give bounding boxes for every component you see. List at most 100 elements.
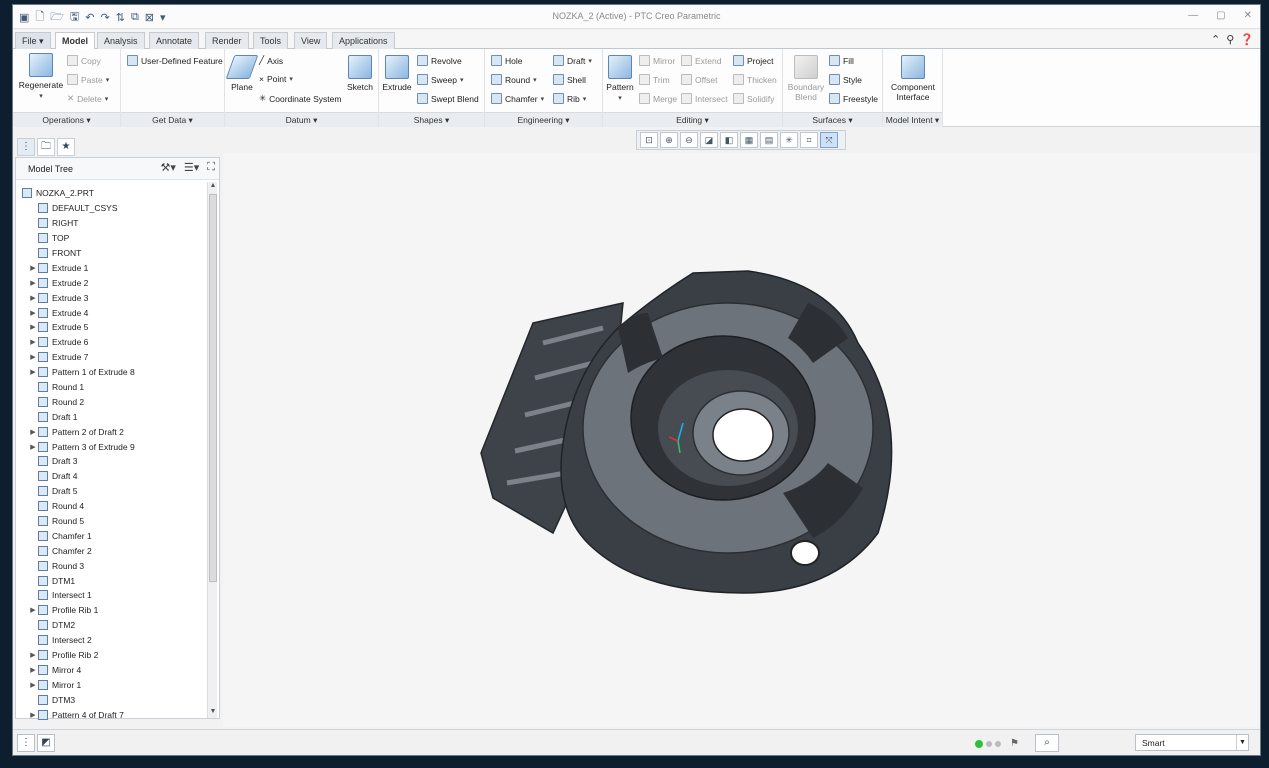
plane-button[interactable]: Plane [225, 55, 259, 92]
tree-item[interactable]: ▶ Extrude 3 [16, 290, 206, 305]
pattern-button[interactable]: Pattern ▾ [605, 55, 635, 104]
group-label-model-intent[interactable]: Model Intent ▾ [883, 112, 942, 127]
expand-arrow-icon[interactable]: ▶ [28, 368, 38, 376]
tree-item[interactable]: Chamfer 2 [16, 543, 206, 558]
regenerate-button[interactable]: Regenerate ▾ [17, 53, 65, 102]
group-label-datum[interactable]: Datum ▾ [225, 112, 378, 127]
collapse-ribbon-icon[interactable]: ⌃ [1211, 33, 1220, 46]
folder-browser-tab-icon[interactable]: 🗀 [37, 138, 55, 156]
expand-arrow-icon[interactable]: ▶ [28, 338, 38, 346]
tree-item[interactable]: RIGHT [16, 216, 206, 231]
minimize-icon[interactable]: — [1188, 10, 1198, 21]
tab-view[interactable]: View [294, 32, 328, 49]
csys-button[interactable]: ✳ Coordinate System [259, 93, 341, 104]
hole-button[interactable]: Hole [491, 55, 522, 66]
copy-button[interactable]: Copy [67, 55, 101, 66]
tab-analysis[interactable]: Analysis [97, 32, 145, 49]
expand-arrow-icon[interactable]: ▶ [28, 294, 38, 302]
tree-item[interactable]: DTM1 [16, 573, 206, 588]
group-label-shapes[interactable]: Shapes ▾ [379, 112, 484, 127]
tree-item[interactable]: Chamfer 1 [16, 528, 206, 543]
paste-button[interactable]: Paste ▾ [67, 74, 109, 85]
scroll-thumb[interactable] [209, 194, 217, 582]
fill-button[interactable]: Fill [829, 55, 854, 66]
group-label-surfaces[interactable]: Surfaces ▾ [783, 112, 882, 127]
tree-item[interactable]: ▶ Extrude 1 [16, 260, 206, 275]
solidify-button[interactable]: Solidify [733, 93, 774, 104]
scroll-up-icon[interactable]: ▲ [208, 182, 218, 192]
tree-item[interactable]: Round 2 [16, 394, 206, 409]
tree-item[interactable]: ▶ Extrude 5 [16, 320, 206, 335]
shell-button[interactable]: Shell [553, 74, 586, 85]
group-label-engineering[interactable]: Engineering ▾ [485, 112, 602, 127]
boundary-blend-button[interactable]: Boundary Blend [787, 55, 825, 102]
selection-filter[interactable]: Smart ▼ [1135, 734, 1249, 751]
tree-item[interactable]: ▶ Mirror 4 [16, 663, 206, 678]
search-icon[interactable]: ⚲ [1226, 33, 1234, 46]
delete-button[interactable]: ✕ Delete ▾ [67, 93, 108, 104]
chamfer-button[interactable]: Chamfer ▾ [491, 93, 544, 104]
tree-item[interactable]: ▶ Pattern 3 of Extrude 9 [16, 439, 206, 454]
model-tree-scrollbar[interactable]: ▲ ▼ [207, 182, 217, 718]
refit-icon[interactable]: ⊡ [640, 132, 658, 148]
saved-orientations-icon[interactable]: ▦ [740, 132, 758, 148]
round-button[interactable]: Round ▾ [491, 74, 537, 85]
close-icon[interactable]: ✕ [1244, 10, 1252, 21]
spin-center-icon[interactable]: ⤧ [820, 132, 838, 148]
tree-columns-icon[interactable]: ☰▾ [184, 161, 199, 174]
group-label-editing[interactable]: Editing ▾ [603, 112, 782, 127]
expand-arrow-icon[interactable]: ▶ [28, 279, 38, 287]
tree-item[interactable]: ▶ Extrude 7 [16, 350, 206, 365]
expand-arrow-icon[interactable]: ▶ [28, 711, 38, 719]
tree-item[interactable]: Round 5 [16, 514, 206, 529]
group-label-operations[interactable]: Operations ▾ [13, 112, 120, 127]
tree-item[interactable]: ▶ Mirror 1 [16, 677, 206, 692]
group-label-get-data[interactable]: Get Data ▾ [121, 112, 224, 127]
freestyle-button[interactable]: Freestyle [829, 93, 878, 104]
expand-arrow-icon[interactable]: ▶ [28, 309, 38, 317]
expand-arrow-icon[interactable]: ▶ [28, 651, 38, 659]
project-button[interactable]: Project [733, 55, 773, 66]
tree-item[interactable]: Round 1 [16, 380, 206, 395]
part-model-3d[interactable] [223, 153, 1260, 727]
tab-file[interactable]: File ▾ [15, 32, 51, 49]
display-style-icon[interactable]: ◧ [720, 132, 738, 148]
draft-button[interactable]: Draft ▾ [553, 55, 592, 66]
expand-arrow-icon[interactable]: ▶ [28, 428, 38, 436]
tree-item[interactable]: TOP [16, 231, 206, 246]
flag-icon[interactable]: ⚑ [1010, 738, 1019, 749]
merge-button[interactable]: Merge [639, 93, 677, 104]
repaint-icon[interactable]: ◪ [700, 132, 718, 148]
rib-button[interactable]: Rib ▾ [553, 93, 586, 104]
sketch-button[interactable]: Sketch [345, 55, 375, 92]
tree-item[interactable]: Draft 4 [16, 469, 206, 484]
tree-item[interactable]: Intersect 1 [16, 588, 206, 603]
udf-button[interactable]: User-Defined Feature [127, 55, 223, 66]
offset-button[interactable]: Offset [681, 74, 718, 85]
favorites-tab-icon[interactable]: ★ [57, 138, 75, 156]
tree-item[interactable]: Round 3 [16, 558, 206, 573]
graphics-area[interactable] [223, 153, 1260, 727]
model-tree-tab-icon[interactable]: ⋮ [17, 138, 35, 156]
tree-item[interactable]: ▶ Extrude 6 [16, 335, 206, 350]
view-manager-icon[interactable]: ▤ [760, 132, 778, 148]
tab-applications[interactable]: Applications [332, 32, 395, 49]
tree-item[interactable]: DTM2 [16, 618, 206, 633]
revolve-button[interactable]: Revolve [417, 55, 462, 66]
tree-item[interactable]: Draft 5 [16, 484, 206, 499]
tree-item[interactable]: DEFAULT_CSYS [16, 201, 206, 216]
expand-arrow-icon[interactable]: ▶ [28, 443, 38, 451]
tree-item[interactable]: Round 4 [16, 499, 206, 514]
tree-item[interactable]: Intersect 2 [16, 633, 206, 648]
tree-item[interactable]: DTM3 [16, 692, 206, 707]
tree-item[interactable]: ▶ Pattern 2 of Draft 2 [16, 424, 206, 439]
expand-arrow-icon[interactable]: ▶ [28, 323, 38, 331]
tree-item[interactable]: NOZKA_2.PRT [16, 186, 206, 201]
tree-settings-icon[interactable]: ⚒▾ [161, 161, 176, 174]
zoom-out-icon[interactable]: ⊖ [680, 132, 698, 148]
mirror-button[interactable]: Mirror [639, 55, 675, 66]
intersect-button[interactable]: Intersect [681, 93, 728, 104]
point-button[interactable]: × Point ▾ [259, 74, 293, 84]
tree-item[interactable]: ▶ Pattern 4 of Draft 7 [16, 707, 206, 722]
find-icon[interactable]: ⌕ [1035, 734, 1059, 752]
